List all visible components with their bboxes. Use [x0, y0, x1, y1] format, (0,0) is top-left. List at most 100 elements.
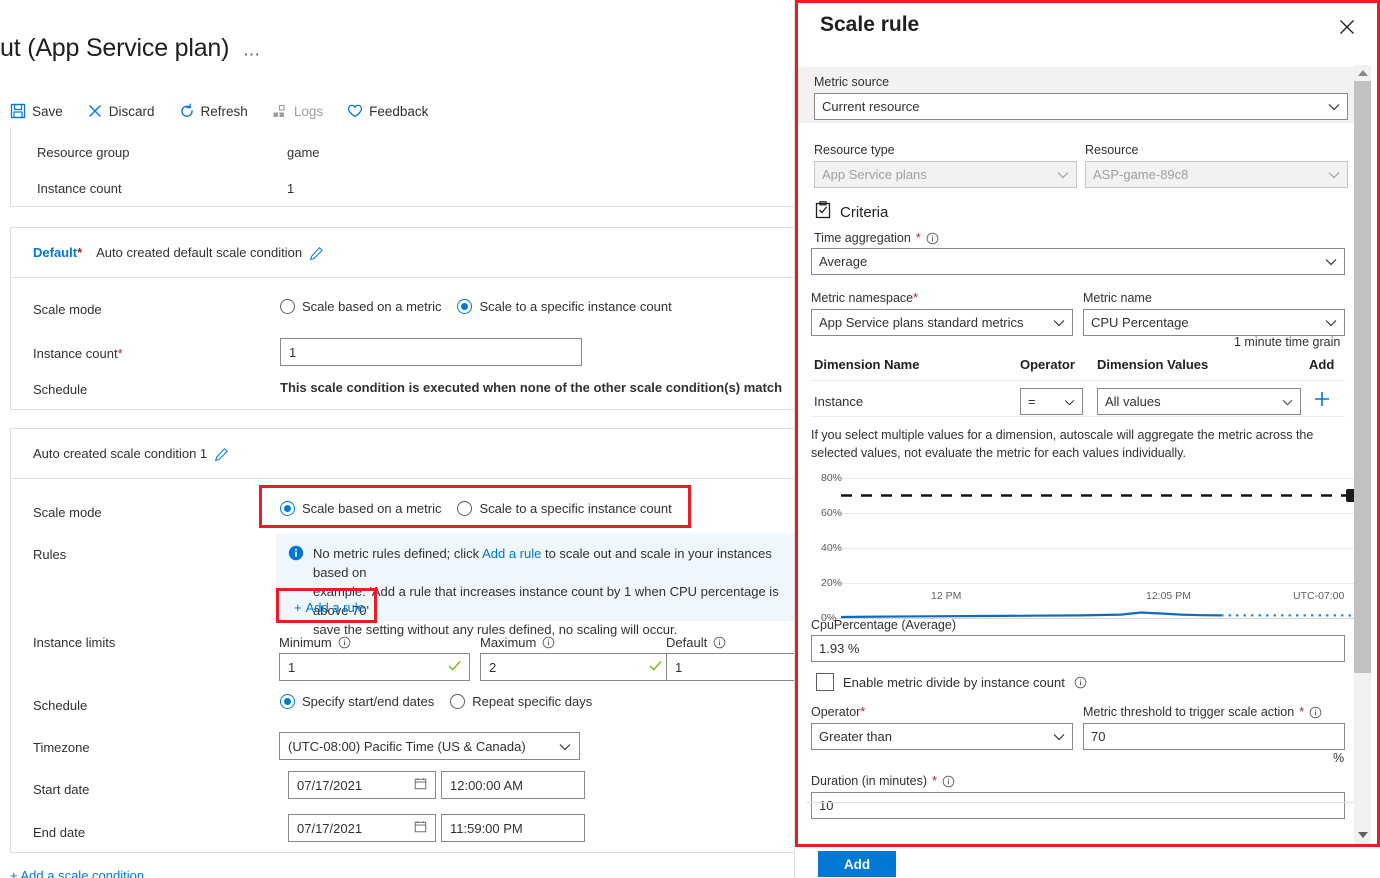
- azure-autoscale-screen: ut (App Service plan) ⋯ Save Discard Ref…: [0, 0, 1380, 878]
- enable-metric-divide-checkbox[interactable]: [816, 673, 834, 691]
- save-button[interactable]: Save: [10, 103, 75, 119]
- metric-namespace-select[interactable]: App Service plans standard metrics: [811, 309, 1073, 336]
- start-date-label: Start date: [33, 782, 90, 797]
- metric-source-value: Current resource: [822, 99, 920, 114]
- scroll-down-arrow-icon[interactable]: [1358, 832, 1368, 838]
- calendar-icon[interactable]: [414, 777, 427, 793]
- threshold-unit: %: [1333, 751, 1345, 765]
- radio-scale-specific-count-default[interactable]: Scale to a specific instance count: [457, 299, 672, 314]
- condition1-header: Auto created scale condition 1: [11, 429, 794, 479]
- default-instance-count-input[interactable]: 1: [280, 338, 582, 366]
- add-a-rule-button[interactable]: + Add a rule: [294, 600, 365, 615]
- start-date-value: 07/17/2021: [297, 777, 363, 793]
- no-rules-info-text: No metric rules defined; click Add a rul…: [313, 544, 784, 637]
- input-value: 1: [289, 344, 297, 360]
- input-value: 1: [675, 659, 683, 675]
- dimension-operator-value: =: [1028, 394, 1036, 409]
- add-dimension-icon[interactable]: [1312, 389, 1332, 413]
- end-date-input[interactable]: 07/17/2021: [288, 814, 436, 842]
- default-schedule-note: This scale condition is executed when no…: [280, 380, 783, 395]
- instance-count-label: Instance count: [37, 181, 122, 196]
- radio-dot: [280, 501, 295, 516]
- logs-button[interactable]: Logs: [272, 103, 335, 119]
- info-circle-icon[interactable]: [926, 232, 939, 245]
- close-icon[interactable]: [1337, 17, 1359, 39]
- discard-button[interactable]: Discard: [87, 103, 167, 119]
- timezone-select[interactable]: (UTC-08:00) Pacific Time (US & Canada): [279, 732, 580, 760]
- enable-metric-divide-row[interactable]: Enable metric divide by instance count: [816, 673, 1087, 691]
- radio-dot: [457, 501, 473, 516]
- enable-metric-divide-label: Enable metric divide by instance count: [843, 674, 1065, 690]
- default-instance-count-label: Instance count*: [33, 346, 123, 361]
- minimum-instances-input[interactable]: 1: [279, 653, 470, 681]
- save-icon: [10, 103, 26, 119]
- resource-type-label: Resource type: [814, 143, 895, 157]
- scroll-up-arrow-icon[interactable]: [1358, 70, 1368, 76]
- info-circle-icon[interactable]: [1309, 706, 1322, 719]
- chevron-down-icon: [1053, 729, 1065, 744]
- add-scale-condition-button[interactable]: + Add a scale condition: [10, 868, 144, 878]
- time-aggregation-select[interactable]: Average: [811, 248, 1345, 275]
- threshold-label: Metric threshold to trigger scale action…: [1083, 705, 1322, 719]
- feedback-button[interactable]: Feedback: [347, 103, 440, 119]
- schedule-type-radios: Specify start/end dates Repeat specific …: [280, 694, 592, 709]
- duration-input[interactable]: 10: [811, 792, 1345, 819]
- timezone-value: (UTC-08:00) Pacific Time (US & Canada): [288, 738, 526, 754]
- resource-summary-card: Resource group game Instance count 1: [10, 127, 795, 207]
- resource-select: ASP-game-89c8: [1085, 161, 1348, 188]
- cpu-percentage-value: 1.93 %: [811, 635, 1345, 662]
- info-circle-icon[interactable]: [542, 636, 555, 649]
- radio-scale-based-metric-cond1[interactable]: Scale based on a metric: [280, 501, 441, 516]
- clipboard-check-icon: [814, 201, 832, 223]
- start-date-input[interactable]: 07/17/2021: [288, 771, 436, 799]
- autoscale-blade: ut (App Service plan) ⋯ Save Discard Ref…: [0, 0, 795, 878]
- pencil-icon[interactable]: [309, 246, 323, 260]
- threshold-input[interactable]: 70: [1083, 723, 1345, 750]
- metric-namespace-value: App Service plans standard metrics: [819, 315, 1024, 330]
- radio-scale-based-metric-default[interactable]: Scale based on a metric: [280, 299, 441, 314]
- page-title: ut (App Service plan): [0, 34, 230, 62]
- metric-name-select[interactable]: CPU Percentage: [1083, 309, 1345, 336]
- dimension-table-divider-top: [811, 380, 1345, 381]
- more-options-icon[interactable]: ⋯: [243, 45, 261, 65]
- maximum-instances-input[interactable]: 2: [480, 653, 671, 681]
- add-a-rule-inline-link[interactable]: Add a rule: [482, 546, 541, 561]
- logs-icon: [272, 103, 288, 119]
- info-circle-icon[interactable]: [713, 636, 726, 649]
- dimension-operator-select[interactable]: =: [1020, 388, 1083, 415]
- dimension-row-name: Instance: [814, 394, 864, 409]
- radio-scale-specific-count-cond1[interactable]: Scale to a specific instance count: [457, 501, 672, 516]
- radio-label: Scale based on a metric: [302, 501, 442, 516]
- radio-specify-start-end-dates[interactable]: Specify start/end dates: [280, 694, 434, 709]
- end-time-input[interactable]: 11:59:00 PM: [441, 814, 585, 842]
- panel-scrollbar-thumb[interactable]: [1354, 81, 1371, 673]
- xtick-12pm: 12 PM: [931, 590, 962, 602]
- threshold-value: 70: [1091, 729, 1106, 744]
- info-circle-icon[interactable]: [942, 775, 955, 788]
- dimension-values-header: Dimension Values: [1097, 357, 1209, 372]
- refresh-label: Refresh: [200, 103, 248, 119]
- default-condition-name: Auto created default scale condition: [96, 245, 303, 260]
- dimension-values-select[interactable]: All values: [1097, 388, 1301, 415]
- refresh-button[interactable]: Refresh: [179, 103, 260, 119]
- time-aggregation-value: Average: [819, 254, 868, 269]
- default-scale-mode-radios: Scale based on a metric Scale to a speci…: [280, 299, 672, 314]
- operator-select[interactable]: Greater than: [811, 723, 1073, 750]
- radio-dot: [450, 694, 466, 709]
- chevron-down-icon: [1328, 99, 1340, 114]
- start-time-input[interactable]: 12:00:00 AM: [441, 771, 585, 799]
- info-circle-icon[interactable]: [1074, 676, 1087, 689]
- radio-label: Specify start/end dates: [302, 694, 435, 709]
- metric-source-select[interactable]: Current resource: [814, 93, 1348, 120]
- radio-label: Scale to a specific instance count: [479, 501, 672, 516]
- pencil-icon[interactable]: [214, 447, 229, 461]
- radio-repeat-specific-days[interactable]: Repeat specific days: [450, 694, 592, 709]
- default-instances-input[interactable]: 1: [666, 653, 795, 681]
- resource-group-label: Resource group: [37, 145, 130, 160]
- radio-dot: [457, 299, 473, 314]
- add-button[interactable]: Add: [818, 851, 896, 877]
- chevron-down-icon: [1328, 167, 1340, 182]
- calendar-icon[interactable]: [414, 820, 427, 836]
- instance-limits-label: Instance limits: [33, 635, 116, 650]
- info-circle-icon[interactable]: [338, 636, 351, 649]
